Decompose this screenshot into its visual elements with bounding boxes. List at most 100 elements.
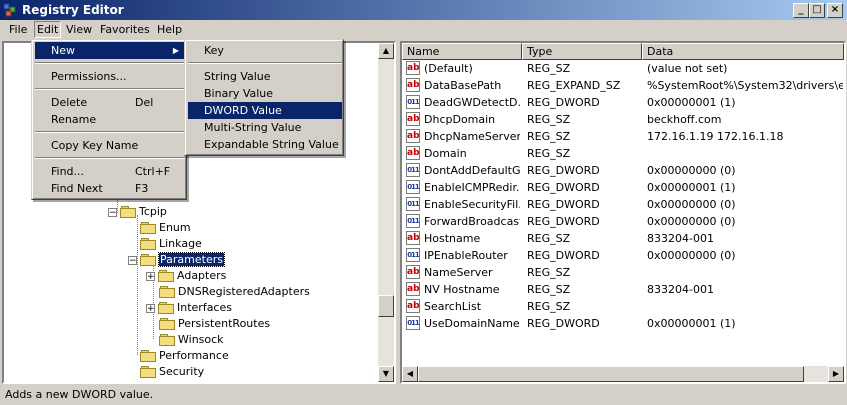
registry-editor-app-icon <box>3 3 16 17</box>
list-item[interactable]: 011 IPEnableRouter REG_DWORD 0x00000000 (0) <box>402 247 844 264</box>
binary-value-icon: 011 <box>406 248 420 262</box>
value-name: EnableSecurityFil... <box>424 198 520 211</box>
tree-node-adapters[interactable]: + Adapters <box>146 268 226 284</box>
value-data: 833204-001 <box>647 283 714 296</box>
shortcut-find-next: F3 <box>135 182 149 195</box>
shortcut-delete: Del <box>135 96 154 109</box>
value-data: 0x00000000 (0) <box>647 215 736 228</box>
folder-icon <box>158 269 174 282</box>
value-name: EnableICMPRedir... <box>424 181 520 194</box>
tree-scroll-thumb[interactable] <box>378 295 394 317</box>
menu-separator <box>35 157 185 159</box>
tree-node-parameters[interactable]: − Parameters <box>128 252 225 268</box>
expand-icon[interactable]: + <box>146 304 155 314</box>
tree-node-interfaces[interactable]: + Interfaces <box>146 300 232 316</box>
value-data: %SystemRoot%\System32\drivers\etc <box>647 79 843 92</box>
collapse-icon[interactable]: − <box>108 208 117 218</box>
tree-node-linkage[interactable]: Linkage <box>140 236 202 252</box>
list-item[interactable]: 011 DontAddDefaultG... REG_DWORD 0x00000000… <box>402 162 844 179</box>
menu-item-expandable-string-value[interactable]: Expandable String Value <box>188 136 342 153</box>
value-name: IPEnableRouter <box>424 249 508 262</box>
collapse-icon[interactable]: − <box>128 256 137 266</box>
menu-item-string-value[interactable]: String Value <box>188 68 342 85</box>
expand-icon[interactable]: + <box>146 272 155 282</box>
list-item[interactable]: ab NV Hostname REG_SZ 833204-001 <box>402 281 844 298</box>
column-header-type[interactable]: Type <box>522 43 642 60</box>
folder-icon <box>158 301 174 314</box>
column-header-name[interactable]: Name <box>402 43 522 60</box>
menu-item-new[interactable]: New ▶ <box>35 42 185 59</box>
string-value-icon: ab <box>406 129 420 143</box>
tree-node-security[interactable]: Security <box>140 364 204 380</box>
menu-view[interactable]: View <box>63 22 95 37</box>
scroll-right-arrow-icon[interactable]: ▶ <box>828 366 844 382</box>
list-item[interactable]: 011 ForwardBroadcasts REG_DWORD 0x00000000 … <box>402 213 844 230</box>
maximize-button[interactable]: □ <box>809 3 825 18</box>
menu-item-delete[interactable]: Delete Del <box>35 94 185 111</box>
folder-icon <box>140 365 156 378</box>
list-item[interactable]: ab (Default) REG_SZ (value not set) <box>402 60 844 77</box>
value-name: DontAddDefaultG... <box>424 164 520 177</box>
minimize-button[interactable]: _ <box>793 3 809 18</box>
shortcut-find: Ctrl+F <box>135 165 171 178</box>
menu-edit[interactable]: Edit <box>34 21 62 38</box>
value-type: REG_DWORD <box>527 96 600 109</box>
column-header-data[interactable]: Data <box>642 43 844 60</box>
menu-item-permissions[interactable]: Permissions... <box>35 68 185 85</box>
menu-item-binary-value[interactable]: Binary Value <box>188 85 342 102</box>
menu-item-rename[interactable]: Rename <box>35 111 185 128</box>
list-item[interactable]: ab Hostname REG_SZ 833204-001 <box>402 230 844 247</box>
value-type: REG_DWORD <box>527 198 600 211</box>
list-item[interactable]: ab NameServer REG_SZ <box>402 264 844 281</box>
binary-value-icon: 011 <box>406 197 420 211</box>
menu-item-find[interactable]: Find... Ctrl+F <box>35 163 185 180</box>
list-header: Name Type Data <box>402 43 844 60</box>
list-item[interactable]: ab DhcpDomain REG_SZ beckhoff.com <box>402 111 844 128</box>
value-type: REG_SZ <box>527 147 571 160</box>
binary-value-icon: 011 <box>406 214 420 228</box>
close-button[interactable]: × <box>827 3 843 18</box>
tree-node-enum[interactable]: Enum <box>140 220 191 236</box>
menu-help[interactable]: Help <box>154 22 185 37</box>
list-item[interactable]: 011 EnableSecurityFil... REG_DWORD 0x000000… <box>402 196 844 213</box>
menu-item-multi-string-value[interactable]: Multi-String Value <box>188 119 342 136</box>
scroll-down-arrow-icon[interactable]: ▼ <box>378 366 394 382</box>
tree-node-winsock[interactable]: Winsock <box>159 332 224 348</box>
value-name: DataBasePath <box>424 79 502 92</box>
values-list-pane[interactable]: Name Type Data ab (Default) REG_SZ (value n… <box>400 41 846 384</box>
list-scroll-thumb[interactable] <box>418 366 804 382</box>
list-item[interactable]: ab DhcpNameServer REG_SZ 172.16.1.19 172.16… <box>402 128 844 145</box>
string-value-icon: ab <box>406 265 420 279</box>
list-item[interactable]: 011 DeadGWDetectD... REG_DWORD 0x00000001 (… <box>402 94 844 111</box>
list-item[interactable]: ab DataBasePath REG_EXPAND_SZ %SystemRoot%\… <box>402 77 844 94</box>
scroll-up-arrow-icon[interactable]: ▲ <box>378 43 394 59</box>
tree-vertical-scrollbar[interactable]: ▲ ▼ <box>378 43 394 382</box>
value-type: REG_SZ <box>527 266 571 279</box>
value-name: SearchList <box>424 300 482 313</box>
value-data: 172.16.1.19 172.16.1.18 <box>647 130 784 143</box>
list-item[interactable]: ab Domain REG_SZ <box>402 145 844 162</box>
string-value-icon: ab <box>406 282 420 296</box>
list-horizontal-scrollbar[interactable]: ◀ ▶ <box>402 366 844 382</box>
tree-node-dns-registered-adapters[interactable]: DNSRegisteredAdapters <box>159 284 310 300</box>
value-data: 0x00000000 (0) <box>647 249 736 262</box>
menu-item-find-next[interactable]: Find Next F3 <box>35 180 185 197</box>
scroll-left-arrow-icon[interactable]: ◀ <box>402 366 418 382</box>
menu-item-copy-key-name[interactable]: Copy Key Name <box>35 137 185 154</box>
list-item[interactable]: 011 UseDomainName... REG_DWORD 0x00000001 (… <box>402 315 844 332</box>
menu-favorites[interactable]: Favorites <box>97 22 153 37</box>
menu-item-dword-value[interactable]: DWORD Value <box>188 102 342 119</box>
string-value-icon: ab <box>406 146 420 160</box>
value-name: Hostname <box>424 232 481 245</box>
value-type: REG_DWORD <box>527 249 600 262</box>
tree-node-performance[interactable]: Performance <box>140 348 229 364</box>
value-type: REG_SZ <box>527 300 571 313</box>
menu-file[interactable]: File <box>6 22 30 37</box>
tree-node-persistent-routes[interactable]: PersistentRoutes <box>159 316 270 332</box>
list-item[interactable]: 011 EnableICMPRedir... REG_DWORD 0x00000001… <box>402 179 844 196</box>
value-name: DhcpDomain <box>424 113 496 126</box>
folder-icon <box>159 333 175 346</box>
menu-item-key[interactable]: Key <box>188 42 342 59</box>
tree-node-tcpip[interactable]: − Tcpip <box>108 204 167 220</box>
list-item[interactable]: ab SearchList REG_SZ <box>402 298 844 315</box>
